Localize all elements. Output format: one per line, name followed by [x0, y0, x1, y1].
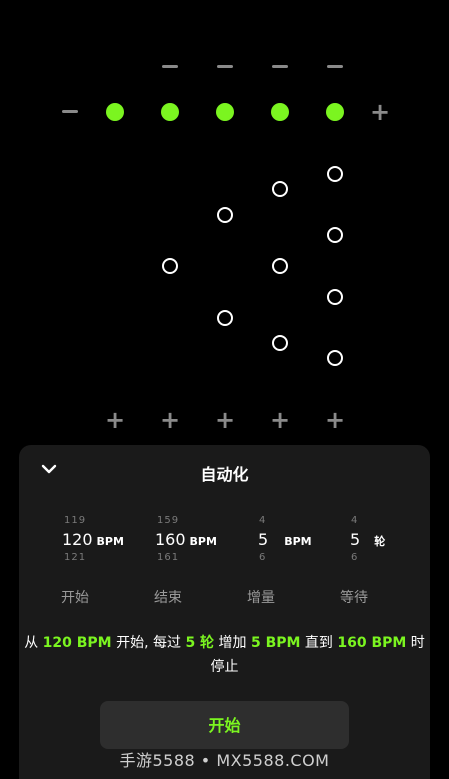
start-bpm-picker[interactable]: 119 120 BPM 121	[62, 515, 152, 563]
beat-4-plus-icon[interactable]: +	[268, 408, 292, 432]
subdivision-ring[interactable]	[272, 181, 288, 197]
picker-next-value: 121	[64, 552, 87, 563]
picker-prev-value: 119	[64, 515, 87, 526]
beat-2-minus-icon[interactable]	[162, 65, 178, 68]
beat-1-plus-icon[interactable]: +	[103, 408, 127, 432]
subdivision-ring[interactable]	[162, 258, 178, 274]
subdivision-ring[interactable]	[217, 310, 233, 326]
picker-prev-value: 4	[259, 515, 267, 526]
subdivision-ring[interactable]	[272, 258, 288, 274]
summary-text: 从	[24, 635, 43, 651]
automation-sheet: 自动化 119 120 BPM 121 开始 159 160 BPM 161 结束 …	[19, 445, 430, 779]
beat-5-minus-icon[interactable]	[327, 65, 343, 68]
wait-label: 等待	[340, 590, 368, 606]
summary-end-value: 160 BPM	[337, 635, 407, 651]
picker-next-value: 161	[157, 552, 180, 563]
beat-dot-5[interactable]	[326, 103, 344, 121]
summary-text: 直到	[300, 635, 338, 651]
picker-current-value: 5	[258, 530, 269, 549]
increment-label: 增量	[247, 590, 275, 606]
picker-unit: 轮	[374, 535, 386, 548]
beat-dot-3[interactable]	[216, 103, 234, 121]
beat-dot-1[interactable]	[106, 103, 124, 121]
wait-picker[interactable]: 4 5轮 6	[350, 515, 440, 563]
remove-beat-minus-icon[interactable]	[62, 110, 78, 113]
beat-dot-2[interactable]	[161, 103, 179, 121]
picker-current-value: 5	[350, 530, 361, 549]
end-bpm-picker[interactable]: 159 160 BPM 161	[155, 515, 245, 563]
subdivision-ring[interactable]	[327, 166, 343, 182]
subdivision-ring[interactable]	[327, 227, 343, 243]
automation-summary: 从 120 BPM 开始, 每过 5 轮 增加 5 BPM 直到 160 BPM…	[19, 631, 430, 679]
start-label: 开始	[61, 590, 89, 606]
subdivision-ring[interactable]	[327, 350, 343, 366]
summary-text: 开始, 每过	[111, 635, 186, 651]
end-label: 结束	[154, 590, 182, 606]
picker-current-value: 160	[155, 530, 186, 549]
sheet-title: 自动化	[200, 465, 249, 484]
picker-unit: BPM	[96, 535, 124, 548]
beat-3-minus-icon[interactable]	[217, 65, 233, 68]
subdivision-ring[interactable]	[217, 207, 233, 223]
add-beat-plus-icon[interactable]: +	[368, 100, 392, 124]
beat-3-plus-icon[interactable]: +	[213, 408, 237, 432]
picker-unit: BPM	[284, 535, 312, 548]
picker-prev-value: 159	[157, 515, 180, 526]
summary-increment-value: 5 BPM	[250, 635, 301, 651]
subdivision-ring[interactable]	[272, 335, 288, 351]
picker-prev-value: 4	[351, 515, 359, 526]
start-button[interactable]: 开始	[100, 701, 349, 749]
watermark: 手游5588 • MX5588.COM	[119, 751, 330, 770]
summary-start-value: 120 BPM	[42, 635, 112, 651]
beat-4-minus-icon[interactable]	[272, 65, 288, 68]
picker-next-value: 6	[259, 552, 267, 563]
summary-wait-value: 5 轮	[185, 635, 215, 651]
picker-next-value: 6	[351, 552, 359, 563]
beat-dot-4[interactable]	[271, 103, 289, 121]
summary-text: 增加	[214, 635, 251, 651]
beat-5-plus-icon[interactable]: +	[323, 408, 347, 432]
picker-unit: BPM	[189, 535, 217, 548]
picker-current-value: 120	[62, 530, 93, 549]
subdivision-ring[interactable]	[327, 289, 343, 305]
increment-picker[interactable]: 4 5 BPM 6	[258, 515, 348, 563]
beat-2-plus-icon[interactable]: +	[158, 408, 182, 432]
